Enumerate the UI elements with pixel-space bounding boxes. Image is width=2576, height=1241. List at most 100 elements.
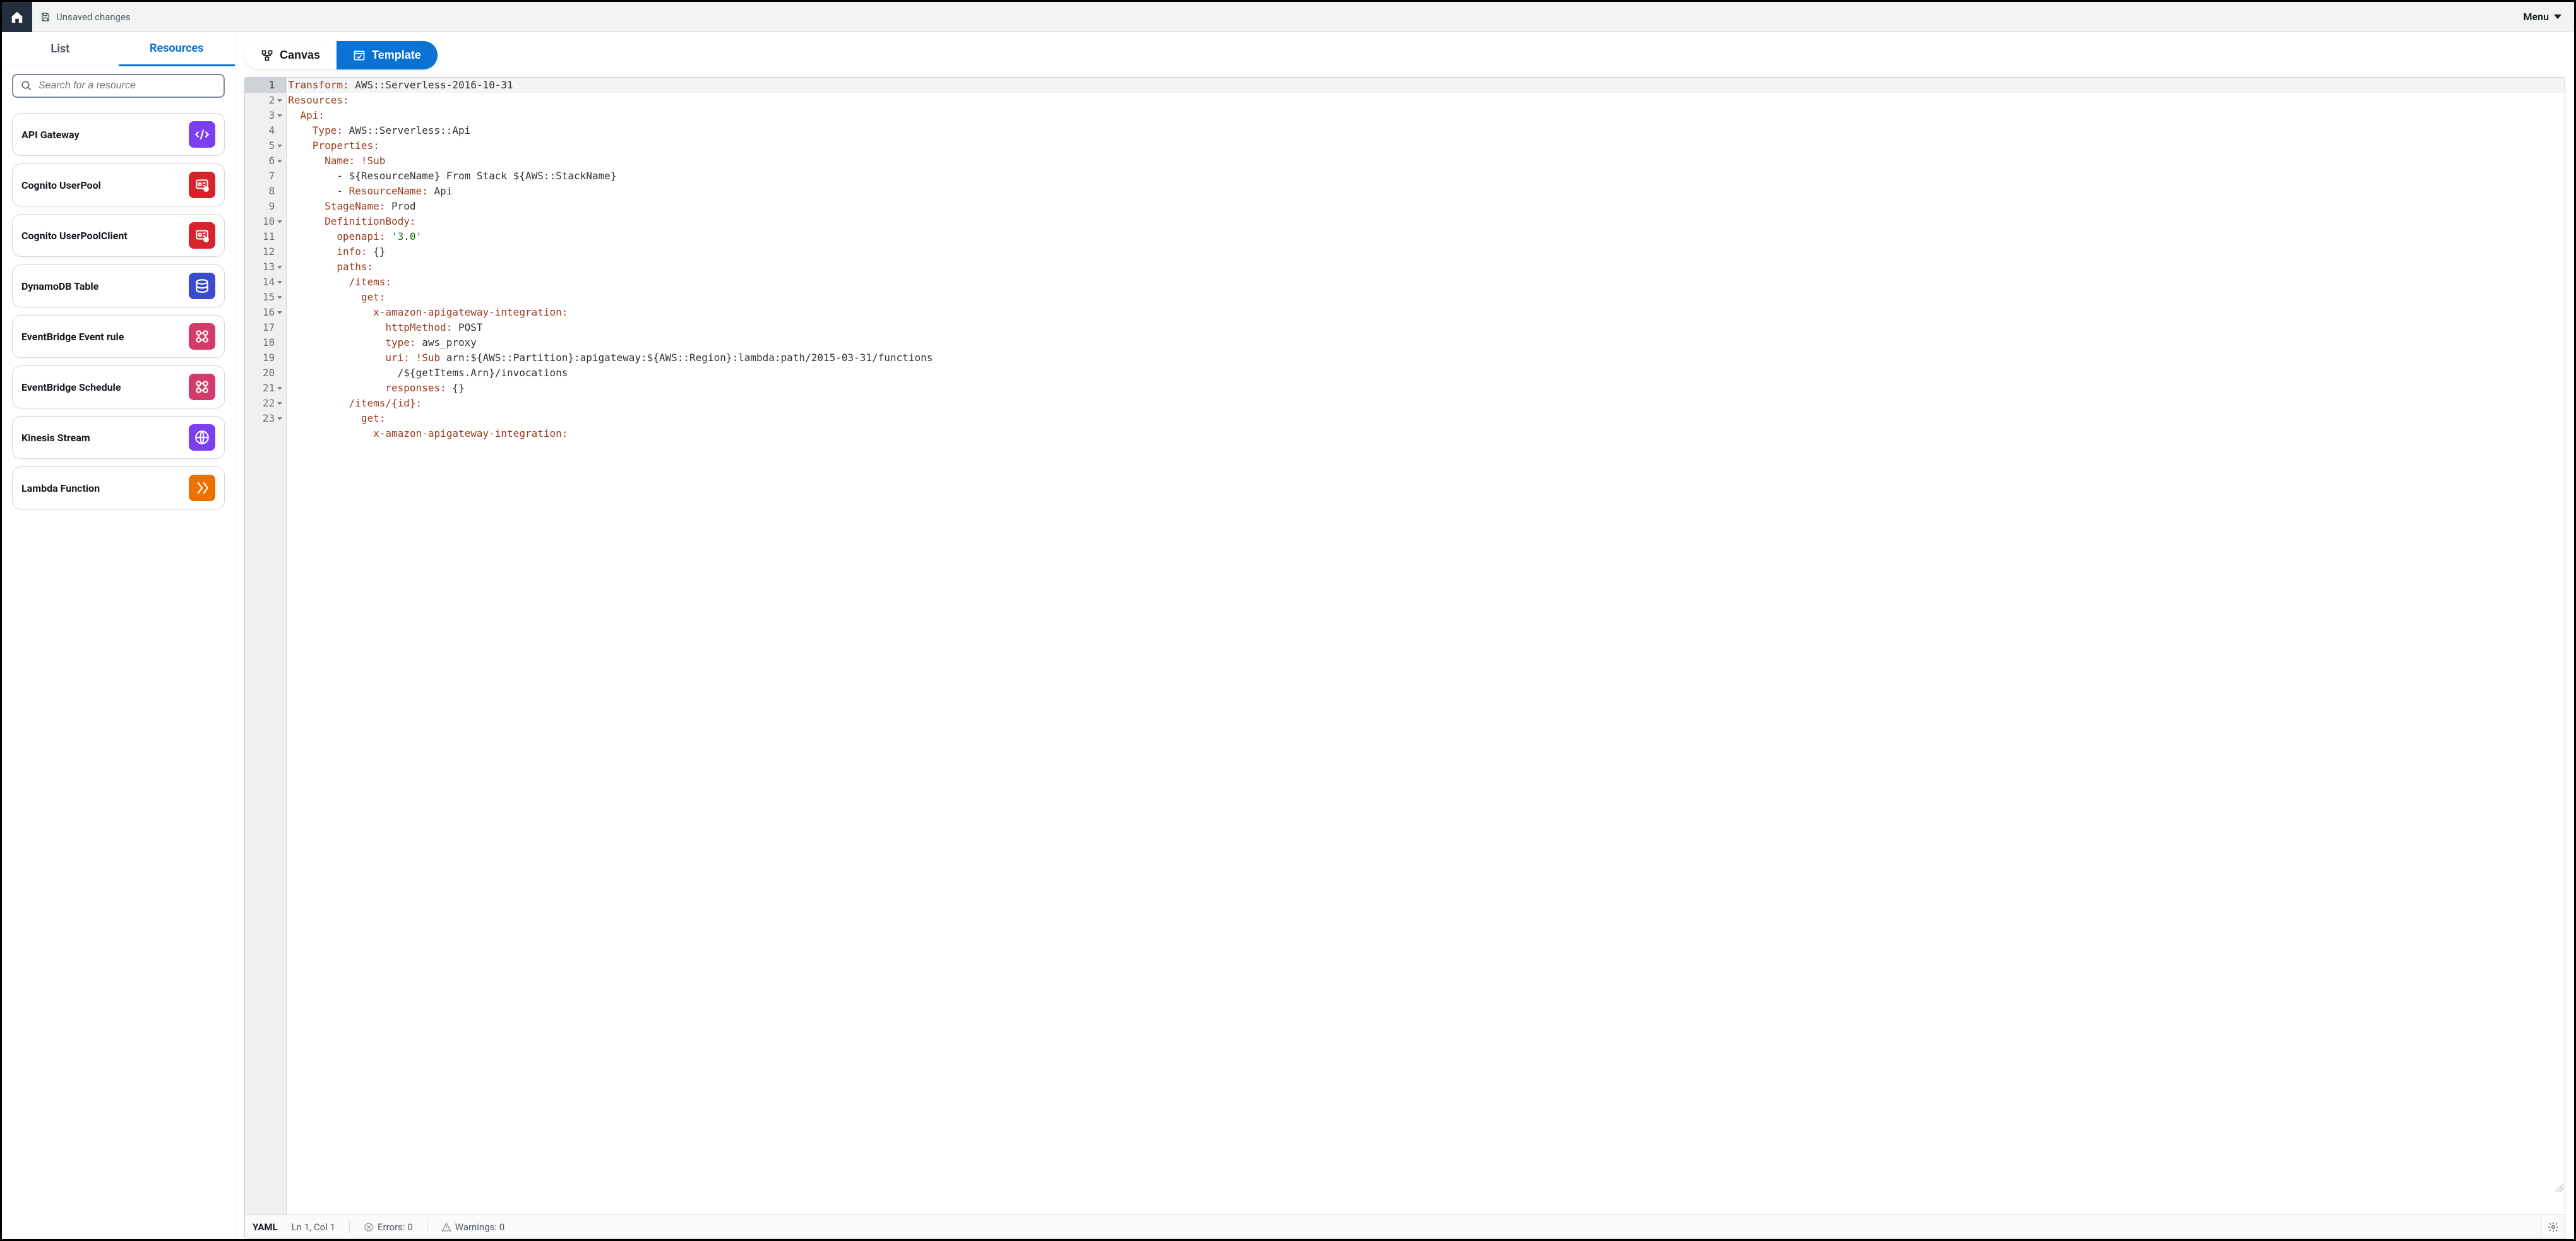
view-template-button[interactable]: Template xyxy=(337,41,438,69)
resource-item[interactable]: EventBridge Event rule xyxy=(12,315,225,358)
gutter-line[interactable]: 11 xyxy=(245,229,286,244)
resource-item[interactable]: EventBridge Schedule xyxy=(12,365,225,408)
gutter-line[interactable]: 5 xyxy=(245,138,286,153)
gutter-line[interactable]: 18 xyxy=(245,335,286,350)
gutter-line[interactable]: 4 xyxy=(245,123,286,138)
code-line[interactable]: uri: !Sub arn:${AWS::Partition}:apigatew… xyxy=(288,350,2565,365)
gutter-line[interactable]: 13 xyxy=(245,259,286,275)
resource-item-label: Cognito UserPool xyxy=(21,179,101,191)
gutter-line[interactable]: 22 xyxy=(245,396,286,411)
code-line[interactable]: get: xyxy=(288,411,2565,426)
gutter-line[interactable]: 1 xyxy=(245,78,286,93)
code-line[interactable]: info: {} xyxy=(288,244,2565,259)
fold-icon[interactable] xyxy=(277,387,282,390)
search-input[interactable] xyxy=(39,80,216,92)
resource-item[interactable]: DynamoDB Table xyxy=(12,264,225,307)
gutter-line[interactable]: 2 xyxy=(245,93,286,108)
editor-content[interactable]: Transform: AWS::Serverless-2016-10-31Res… xyxy=(287,78,2565,1214)
resource-icon xyxy=(189,424,215,451)
code-line[interactable]: Name: !Sub xyxy=(288,153,2565,169)
gutter-line[interactable]: 7 xyxy=(245,169,286,184)
code-line[interactable]: - ResourceName: Api xyxy=(288,184,2565,199)
resource-icon xyxy=(189,323,215,350)
unsaved-indicator: Unsaved changes xyxy=(40,11,131,23)
gutter-line[interactable]: 3 xyxy=(245,108,286,123)
error-icon xyxy=(364,1222,374,1232)
code-line[interactable]: Api: xyxy=(288,108,2565,123)
code-line[interactable]: StageName: Prod xyxy=(288,199,2565,214)
status-errors[interactable]: Errors: 0 xyxy=(364,1221,413,1233)
fold-icon[interactable] xyxy=(277,145,282,148)
resource-item-label: EventBridge Schedule xyxy=(21,381,121,393)
resource-item[interactable]: API Gateway xyxy=(12,113,225,156)
fold-icon[interactable] xyxy=(277,296,282,299)
editor-gutter[interactable]: 1234567891011121314151617181920212223 xyxy=(245,78,287,1214)
status-warnings[interactable]: Warnings: 0 xyxy=(441,1221,504,1233)
code-line[interactable]: httpMethod: POST xyxy=(288,320,2565,335)
status-errors-label: Errors: 0 xyxy=(378,1221,413,1233)
editor-statusbar: YAML Ln 1, Col 1 Errors: 0 Warnings: 0 xyxy=(245,1214,2565,1238)
code-line[interactable]: /items/{id}: xyxy=(288,396,2565,411)
gutter-line[interactable]: 19 xyxy=(245,350,286,365)
fold-icon[interactable] xyxy=(277,417,282,420)
gutter-line[interactable]: 17 xyxy=(245,320,286,335)
fold-icon[interactable] xyxy=(277,311,282,314)
gutter-line[interactable]: 8 xyxy=(245,184,286,199)
code-line[interactable]: x-amazon-apigateway-integration: xyxy=(288,305,2565,320)
gutter-line[interactable]: 15 xyxy=(245,290,286,305)
tab-resources[interactable]: Resources xyxy=(119,32,236,66)
menu-button[interactable]: Menu xyxy=(2519,7,2567,27)
gutter-line[interactable]: 21 xyxy=(245,381,286,396)
code-line[interactable]: responses: {} xyxy=(288,381,2565,396)
gutter-line[interactable]: 10 xyxy=(245,214,286,229)
fold-icon[interactable] xyxy=(277,99,282,102)
code-line[interactable]: Resources: xyxy=(288,93,2565,108)
code-line[interactable]: openapi: '3.0' xyxy=(288,229,2565,244)
code-editor[interactable]: 1234567891011121314151617181920212223 Tr… xyxy=(244,77,2565,1239)
resource-item-label: API Gateway xyxy=(21,129,80,141)
sidebar-tabs: List Resources xyxy=(2,32,235,66)
view-canvas-button[interactable]: Canvas xyxy=(244,41,337,69)
resource-item[interactable]: Kinesis Stream xyxy=(12,416,225,459)
code-line[interactable]: DefinitionBody: xyxy=(288,214,2565,229)
code-line[interactable]: - ${ResourceName} From Stack ${AWS::Stac… xyxy=(288,169,2565,184)
gutter-line[interactable]: 16 xyxy=(245,305,286,320)
tab-list[interactable]: List xyxy=(2,32,119,66)
resource-item[interactable]: Cognito UserPoolClient xyxy=(12,214,225,257)
gear-icon xyxy=(2548,1221,2559,1233)
code-line[interactable]: type: aws_proxy xyxy=(288,335,2565,350)
code-line[interactable]: Type: AWS::Serverless::Api xyxy=(288,123,2565,138)
code-line[interactable]: get: xyxy=(288,290,2565,305)
gutter-line[interactable]: 23 xyxy=(245,411,286,426)
resource-list[interactable]: API Gateway Cognito UserPool Cognito UserP… xyxy=(2,103,235,1239)
template-icon xyxy=(353,49,366,62)
fold-icon[interactable] xyxy=(277,402,282,405)
code-line[interactable]: x-amazon-apigateway-integration: xyxy=(288,426,2565,441)
code-line[interactable]: paths: xyxy=(288,259,2565,275)
code-line[interactable]: Properties: xyxy=(288,138,2565,153)
gutter-line[interactable]: 20 xyxy=(245,365,286,381)
resource-icon xyxy=(189,222,215,249)
home-button[interactable] xyxy=(2,2,32,32)
fold-icon[interactable] xyxy=(277,266,282,269)
code-line[interactable]: /${getItems.Arn}/invocations xyxy=(288,365,2565,381)
resource-item[interactable]: Lambda Function xyxy=(12,466,225,509)
settings-button[interactable] xyxy=(2541,1215,2565,1239)
search-input-wrapper[interactable] xyxy=(12,74,225,98)
status-language: YAML xyxy=(253,1221,278,1233)
code-line[interactable]: Transform: AWS::Serverless-2016-10-31 xyxy=(288,78,2565,93)
gutter-line[interactable]: 6 xyxy=(245,153,286,169)
gutter-line[interactable]: 14 xyxy=(245,275,286,290)
fold-icon[interactable] xyxy=(277,160,282,163)
save-icon xyxy=(40,11,51,23)
code-line[interactable]: /items: xyxy=(288,275,2565,290)
status-cursor-position: Ln 1, Col 1 xyxy=(292,1221,335,1233)
resource-item-label: DynamoDB Table xyxy=(21,280,98,292)
main-area: Canvas Template 123456789101112131415161… xyxy=(236,32,2574,1239)
fold-icon[interactable] xyxy=(277,114,282,117)
gutter-line[interactable]: 12 xyxy=(245,244,286,259)
gutter-line[interactable]: 9 xyxy=(245,199,286,214)
resource-item[interactable]: Cognito UserPool xyxy=(12,163,225,206)
fold-icon[interactable] xyxy=(277,220,282,223)
fold-icon[interactable] xyxy=(277,281,282,284)
